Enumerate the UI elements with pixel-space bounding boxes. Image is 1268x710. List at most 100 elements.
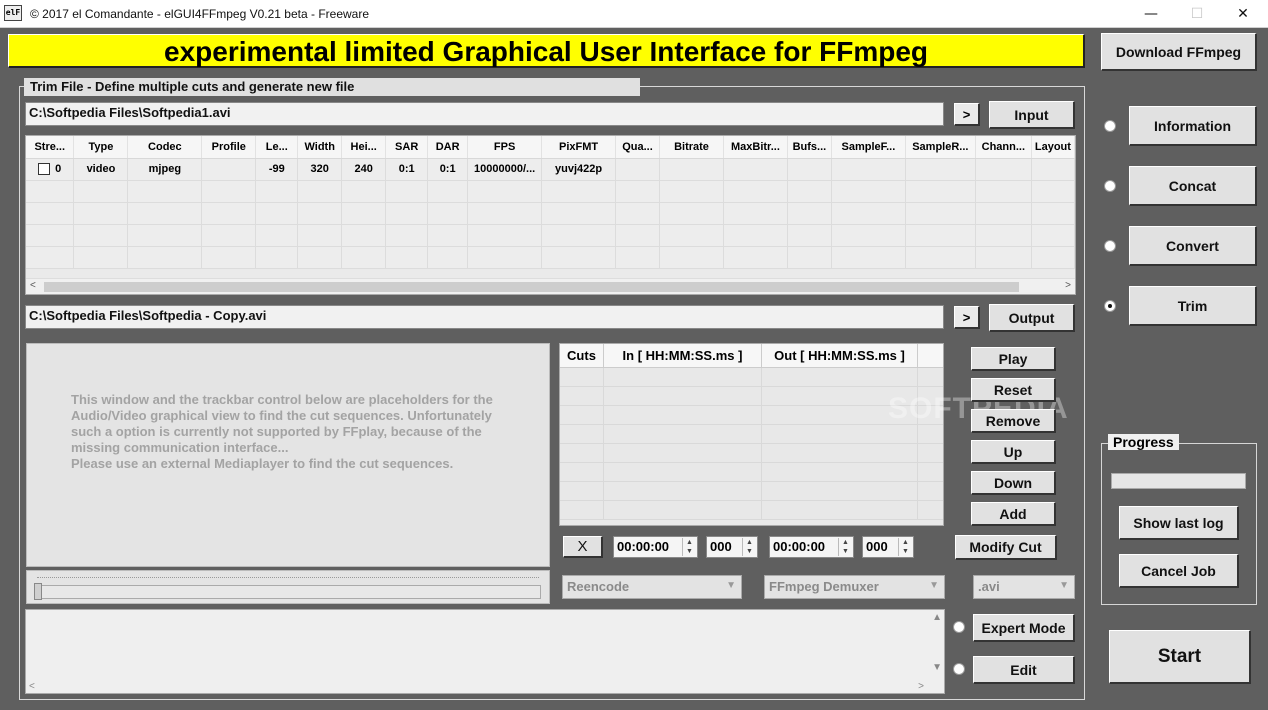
col-header[interactable]: SAR xyxy=(385,136,429,159)
col-header[interactable]: SampleF... xyxy=(831,136,906,159)
col-header[interactable]: MaxBitr... xyxy=(723,136,788,159)
col-header[interactable]: Type xyxy=(73,136,129,159)
app-banner: experimental limited Graphical User Inte… xyxy=(8,34,1085,68)
chevron-down-icon: ▼ xyxy=(726,580,736,591)
cancel-job-button[interactable]: Cancel Job xyxy=(1119,554,1239,588)
input-button[interactable]: Input xyxy=(989,101,1075,129)
mode-radio-convert[interactable] xyxy=(1104,240,1116,252)
in-time-input[interactable]: 00:00:00 ▲ ▼ xyxy=(613,536,698,558)
cuts-col-header[interactable]: Cuts xyxy=(560,344,604,367)
col-header[interactable]: Codec xyxy=(127,136,203,159)
demuxer-select[interactable]: FFmpeg Demuxer ▼ xyxy=(764,575,945,599)
mode-radio-trim[interactable] xyxy=(1104,300,1116,312)
in-col-header[interactable]: In [ HH:MM:SS.ms ] xyxy=(604,344,762,367)
scroll-left-icon[interactable]: < xyxy=(29,681,35,692)
stream-checkbox[interactable] xyxy=(38,163,51,176)
scroll-right-icon[interactable]: > xyxy=(1065,280,1071,291)
show-last-log-button[interactable]: Show last log xyxy=(1119,506,1239,540)
information-button[interactable]: Information xyxy=(1129,106,1257,146)
list-item xyxy=(560,463,943,482)
table-row xyxy=(26,224,1075,247)
edit-radio[interactable] xyxy=(953,663,965,675)
expert-mode-button[interactable]: Expert Mode xyxy=(973,614,1075,642)
out-col-header[interactable]: Out [ HH:MM:SS.ms ] xyxy=(762,344,918,367)
scroll-right-icon[interactable]: > xyxy=(918,681,924,692)
convert-button[interactable]: Convert xyxy=(1129,226,1257,266)
remove-button[interactable]: Remove xyxy=(971,409,1056,433)
position-trackbar[interactable] xyxy=(26,570,550,604)
maximize-button[interactable]: ☐ xyxy=(1174,0,1220,28)
concat-button[interactable]: Concat xyxy=(1129,166,1257,206)
table-cell xyxy=(615,158,661,181)
table-cell: 320 xyxy=(297,158,343,181)
col-header[interactable]: FPS xyxy=(467,136,543,159)
output-path-field[interactable]: C:\Softpedia Files\Softpedia - Copy.avi xyxy=(25,305,944,329)
col-header[interactable]: Stre... xyxy=(26,136,75,159)
output-button[interactable]: Output xyxy=(989,304,1075,332)
trim-button[interactable]: Trim xyxy=(1129,286,1257,326)
streams-grid[interactable]: Stre... Type Codec Profile Le... Width H… xyxy=(25,135,1076,295)
scroll-down-icon[interactable]: ▼ xyxy=(932,662,942,673)
col-header[interactable]: Profile xyxy=(201,136,257,159)
in-ms-input[interactable]: 000 ▲ ▼ xyxy=(706,536,758,558)
list-item xyxy=(560,387,943,406)
out-time-input[interactable]: 00:00:00 ▲ ▼ xyxy=(769,536,854,558)
av-preview-placeholder: This window and the trackbar control bel… xyxy=(26,343,550,567)
out-ms-input[interactable]: 000 ▲ ▼ xyxy=(862,536,914,558)
scroll-thumb[interactable] xyxy=(44,282,1019,292)
mode-radio-concat[interactable] xyxy=(1104,180,1116,192)
output-browse-arrow[interactable]: > xyxy=(954,306,980,329)
input-browse-arrow[interactable]: > xyxy=(954,103,980,126)
scroll-left-icon[interactable]: < xyxy=(30,280,36,291)
play-button[interactable]: Play xyxy=(971,347,1056,371)
in-ms-spin-icon[interactable]: ▲ ▼ xyxy=(742,538,756,556)
col-header[interactable]: Chann... xyxy=(975,136,1032,159)
down-button[interactable]: Down xyxy=(971,471,1056,495)
col-header[interactable]: Layout xyxy=(1031,136,1075,159)
col-header[interactable]: PixFMT xyxy=(541,136,617,159)
up-button[interactable]: Up xyxy=(971,440,1056,464)
download-ffmpeg-button[interactable]: Download FFmpeg xyxy=(1101,33,1257,71)
table-row xyxy=(26,202,1075,225)
col-header[interactable]: Hei... xyxy=(341,136,387,159)
encode-mode-select[interactable]: Reencode ▼ xyxy=(562,575,742,599)
edit-button[interactable]: Edit xyxy=(973,656,1075,684)
reset-button[interactable]: Reset xyxy=(971,378,1056,402)
close-button[interactable]: ✕ xyxy=(1220,0,1266,28)
start-button[interactable]: Start xyxy=(1109,630,1251,684)
col-header[interactable]: Qua... xyxy=(615,136,661,159)
col-header[interactable]: Width xyxy=(297,136,343,159)
table-row[interactable]: 0 video mjpeg -99 320 240 0:1 0:1 100000… xyxy=(26,158,1075,181)
col-header[interactable]: SampleR... xyxy=(905,136,976,159)
extension-select[interactable]: .avi ▼ xyxy=(973,575,1075,599)
list-item xyxy=(560,368,943,387)
mode-radio-information[interactable] xyxy=(1104,120,1116,132)
log-textarea[interactable]: ▲ ▼ < > xyxy=(25,609,945,694)
table-cell xyxy=(659,158,724,181)
col-header[interactable]: Bufs... xyxy=(787,136,832,159)
table-cell: 10000000/... xyxy=(467,158,543,181)
col-header[interactable]: DAR xyxy=(427,136,469,159)
scroll-up-icon[interactable]: ▲ xyxy=(932,612,942,623)
clear-cut-button[interactable]: X xyxy=(563,536,603,558)
out-time-spin-icon[interactable]: ▲ ▼ xyxy=(838,538,852,556)
list-item xyxy=(560,501,943,520)
streams-hscrollbar[interactable]: < > xyxy=(26,278,1075,294)
table-cell: 0:1 xyxy=(427,158,469,181)
chevron-down-icon: ▼ xyxy=(1059,580,1069,591)
input-path-field[interactable]: C:\Softpedia Files\Softpedia1.avi xyxy=(25,102,944,126)
trackbar-thumb[interactable] xyxy=(34,583,42,600)
col-header[interactable]: Le... xyxy=(255,136,299,159)
cuts-list[interactable]: Cuts In [ HH:MM:SS.ms ] Out [ HH:MM:SS.m… xyxy=(559,343,944,526)
add-button[interactable]: Add xyxy=(971,502,1056,526)
progress-title: Progress xyxy=(1108,434,1179,450)
table-cell: yuvj422p xyxy=(541,158,617,181)
minimize-button[interactable]: — xyxy=(1128,0,1174,28)
in-time-spin-icon[interactable]: ▲ ▼ xyxy=(682,538,696,556)
trackbar-ticks xyxy=(37,577,539,581)
out-ms-spin-icon[interactable]: ▲ ▼ xyxy=(898,538,912,556)
cuts-header: Cuts In [ HH:MM:SS.ms ] Out [ HH:MM:SS.m… xyxy=(560,344,943,368)
modify-cut-button[interactable]: Modify Cut xyxy=(955,535,1057,560)
col-header[interactable]: Bitrate xyxy=(659,136,724,159)
expert-mode-radio[interactable] xyxy=(953,621,965,633)
